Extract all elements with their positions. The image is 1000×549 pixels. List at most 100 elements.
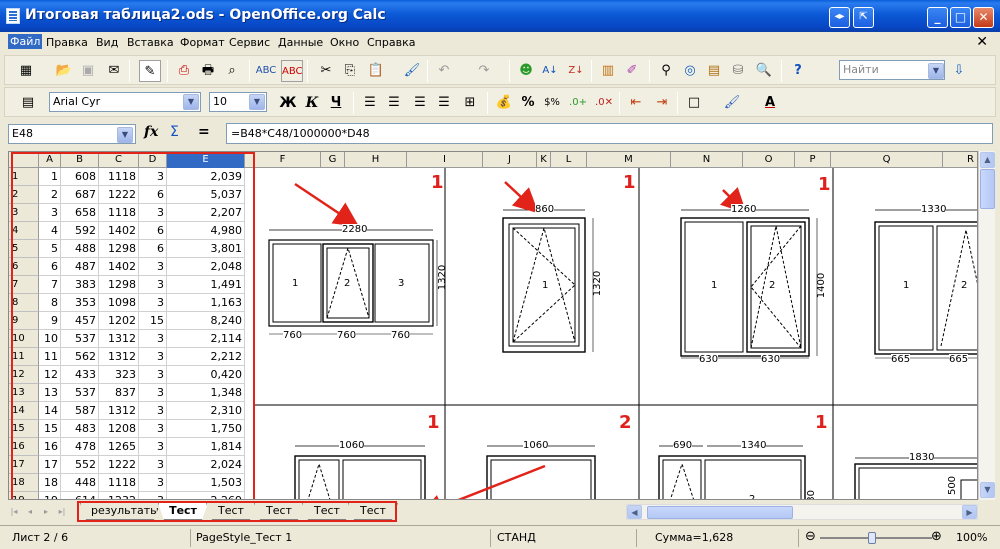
cell-b[interactable]: 488 bbox=[61, 240, 99, 257]
cell-d[interactable]: 3 bbox=[139, 402, 167, 419]
cell-e[interactable]: 2,024 bbox=[167, 456, 245, 473]
cell-c[interactable]: 1265 bbox=[99, 438, 139, 455]
cell-e[interactable]: 1,491 bbox=[167, 276, 245, 293]
function-wizard-icon[interactable]: fx bbox=[144, 124, 158, 140]
menu-help[interactable]: Справка bbox=[367, 36, 415, 49]
cell-a[interactable]: 8 bbox=[39, 294, 61, 311]
select-all-corner[interactable] bbox=[9, 152, 39, 168]
row-header[interactable]: 2 bbox=[9, 186, 39, 204]
cell-b[interactable]: 608 bbox=[61, 168, 99, 185]
currency-format-icon[interactable]: 💰 bbox=[493, 92, 515, 114]
row-header[interactable]: 7 bbox=[9, 276, 39, 294]
email-icon[interactable]: ✉ bbox=[103, 60, 125, 82]
sort-ascending-icon[interactable]: A↓ bbox=[539, 60, 561, 82]
cell-e[interactable]: 1,348 bbox=[167, 384, 245, 401]
row-header[interactable]: 11 bbox=[9, 348, 39, 366]
cell-c[interactable]: 1402 bbox=[99, 258, 139, 275]
cell-d[interactable]: 3 bbox=[139, 168, 167, 185]
cell-d[interactable]: 3 bbox=[139, 330, 167, 347]
cell-d[interactable]: 15 bbox=[139, 312, 167, 329]
cell-e[interactable]: 8,240 bbox=[167, 312, 245, 329]
cell-e[interactable]: 0,420 bbox=[167, 366, 245, 383]
menu-format[interactable]: Формат bbox=[180, 36, 225, 49]
cell-e[interactable]: 2,207 bbox=[167, 204, 245, 221]
first-sheet-icon[interactable]: |◂ bbox=[8, 505, 20, 519]
cell-d[interactable]: 3 bbox=[139, 456, 167, 473]
column-header-e[interactable]: E bbox=[167, 152, 245, 168]
cell-a[interactable]: 12 bbox=[39, 366, 61, 383]
vertical-scrollbar[interactable]: ▲ ▼ bbox=[978, 151, 995, 500]
scroll-down-icon[interactable]: ▼ bbox=[980, 482, 995, 498]
save-icon[interactable]: ▣ bbox=[77, 60, 99, 82]
delete-decimal-icon[interactable]: .0✕ bbox=[593, 92, 615, 114]
merge-cells-icon[interactable]: ⊞ bbox=[459, 92, 481, 114]
cell-b[interactable]: 448 bbox=[61, 474, 99, 491]
zoom-slider[interactable] bbox=[820, 537, 932, 539]
window-mode-icon[interactable]: ⇱ bbox=[853, 7, 874, 28]
cell-c[interactable]: 837 bbox=[99, 384, 139, 401]
cell-b[interactable]: 483 bbox=[61, 420, 99, 437]
cell-b[interactable]: 587 bbox=[61, 402, 99, 419]
cell-e[interactable]: 3,801 bbox=[167, 240, 245, 257]
cell-d[interactable]: 3 bbox=[139, 258, 167, 275]
column-header-r[interactable]: R bbox=[943, 152, 977, 168]
cell-c[interactable]: 1312 bbox=[99, 330, 139, 347]
cell-a[interactable]: 6 bbox=[39, 258, 61, 275]
row-header[interactable]: 3 bbox=[9, 204, 39, 222]
chart-icon[interactable]: ▥ bbox=[597, 60, 619, 82]
borders-icon[interactable]: □ bbox=[683, 92, 705, 114]
align-center-icon[interactable]: ☰ bbox=[383, 92, 405, 114]
sort-descending-icon[interactable]: Z↓ bbox=[565, 60, 587, 82]
spreadsheet-grid[interactable]: A B C D E F G H I J K L M N O P Q R 1234… bbox=[8, 151, 978, 500]
cell-c[interactable]: 1222 bbox=[99, 186, 139, 203]
page-style[interactable]: PageStyle_Тест 1 bbox=[196, 531, 292, 544]
cell-c[interactable]: 1298 bbox=[99, 276, 139, 293]
row-header[interactable]: 9 bbox=[9, 312, 39, 330]
autospellcheck-icon[interactable]: ABC bbox=[281, 60, 303, 82]
row-header[interactable]: 18 bbox=[9, 474, 39, 492]
cell-area[interactable]: 1 608 1118 3 2,039 2 687 1222 6 5,037 3 658 1118 3 2,2… bbox=[39, 168, 245, 499]
column-header-j[interactable]: J bbox=[483, 152, 537, 168]
bold-button[interactable]: Ж bbox=[277, 92, 299, 114]
cell-c[interactable]: 323 bbox=[99, 366, 139, 383]
cell-a[interactable]: 10 bbox=[39, 330, 61, 347]
cell-d[interactable]: 3 bbox=[139, 348, 167, 365]
cell-e[interactable]: 4,980 bbox=[167, 222, 245, 239]
align-left-icon[interactable]: ☰ bbox=[359, 92, 381, 114]
cell-d[interactable]: 3 bbox=[139, 438, 167, 455]
column-header-q[interactable]: Q bbox=[831, 152, 943, 168]
chevron-down-icon[interactable]: ▼ bbox=[249, 94, 265, 110]
row-header[interactable]: 12 bbox=[9, 366, 39, 384]
cell-c[interactable]: 1402 bbox=[99, 222, 139, 239]
cell-e[interactable]: 2,039 bbox=[167, 168, 245, 185]
cell-e[interactable]: 1,163 bbox=[167, 294, 245, 311]
new-document-icon[interactable]: ▦ bbox=[15, 60, 37, 82]
redo-icon[interactable]: ↷ bbox=[473, 60, 495, 82]
paste-icon[interactable]: 📋 bbox=[365, 60, 387, 82]
menu-tools[interactable]: Сервис bbox=[229, 36, 270, 49]
cell-a[interactable]: 15 bbox=[39, 420, 61, 437]
row-header[interactable]: 6 bbox=[9, 258, 39, 276]
cell-d[interactable]: 3 bbox=[139, 384, 167, 401]
cell-b[interactable]: 433 bbox=[61, 366, 99, 383]
column-header-i[interactable]: I bbox=[407, 152, 483, 168]
cell-d[interactable]: 3 bbox=[139, 474, 167, 491]
cell-e[interactable]: 2,310 bbox=[167, 402, 245, 419]
zoom-icon[interactable]: 🔍 bbox=[753, 60, 775, 82]
chevron-down-icon[interactable]: ▼ bbox=[117, 127, 133, 143]
scroll-thumb[interactable] bbox=[647, 506, 793, 519]
cell-a[interactable]: 4 bbox=[39, 222, 61, 239]
cell-b[interactable]: 687 bbox=[61, 186, 99, 203]
zoom-out-icon[interactable]: ⊖ bbox=[805, 529, 816, 544]
cell-a[interactable]: 7 bbox=[39, 276, 61, 293]
clone-formatting-icon[interactable]: 🖌 bbox=[401, 60, 423, 82]
scroll-left-icon[interactable]: ◀ bbox=[627, 505, 642, 519]
column-header-p[interactable]: P bbox=[795, 152, 831, 168]
italic-button[interactable]: К bbox=[301, 92, 323, 114]
gallery-icon[interactable]: ▤ bbox=[703, 60, 725, 82]
close-button[interactable]: ✕ bbox=[973, 7, 994, 28]
row-header[interactable]: 19 bbox=[9, 492, 39, 499]
cell-e[interactable]: 1,814 bbox=[167, 438, 245, 455]
cell-b[interactable]: 478 bbox=[61, 438, 99, 455]
cell-d[interactable]: 3 bbox=[139, 276, 167, 293]
